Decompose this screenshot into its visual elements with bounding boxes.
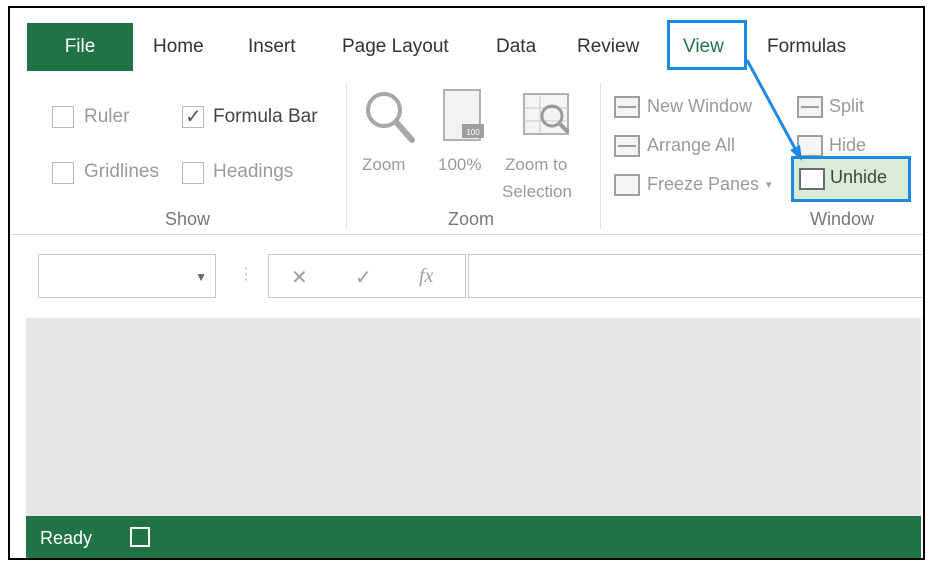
- excel-window: File Home Insert Page Layout Data Review…: [8, 6, 925, 560]
- grip-icon[interactable]: ⋮: [238, 264, 254, 284]
- enter-icon[interactable]: ✓: [355, 265, 372, 290]
- formula-buttons: ✕ ✓ fx: [268, 254, 466, 298]
- name-box[interactable]: ▼: [38, 254, 216, 298]
- formula-bar: ▼ ⋮ ✕ ✓ fx: [10, 248, 923, 300]
- status-ready: Ready: [40, 528, 93, 548]
- worksheet-area[interactable]: [26, 318, 921, 516]
- cancel-icon[interactable]: ✕: [291, 265, 308, 290]
- status-bar: Ready: [26, 516, 921, 558]
- formula-input[interactable]: [468, 254, 923, 298]
- macro-record-icon[interactable]: [130, 527, 150, 547]
- fx-icon[interactable]: fx: [419, 265, 433, 288]
- chevron-down-icon[interactable]: ▼: [195, 270, 207, 284]
